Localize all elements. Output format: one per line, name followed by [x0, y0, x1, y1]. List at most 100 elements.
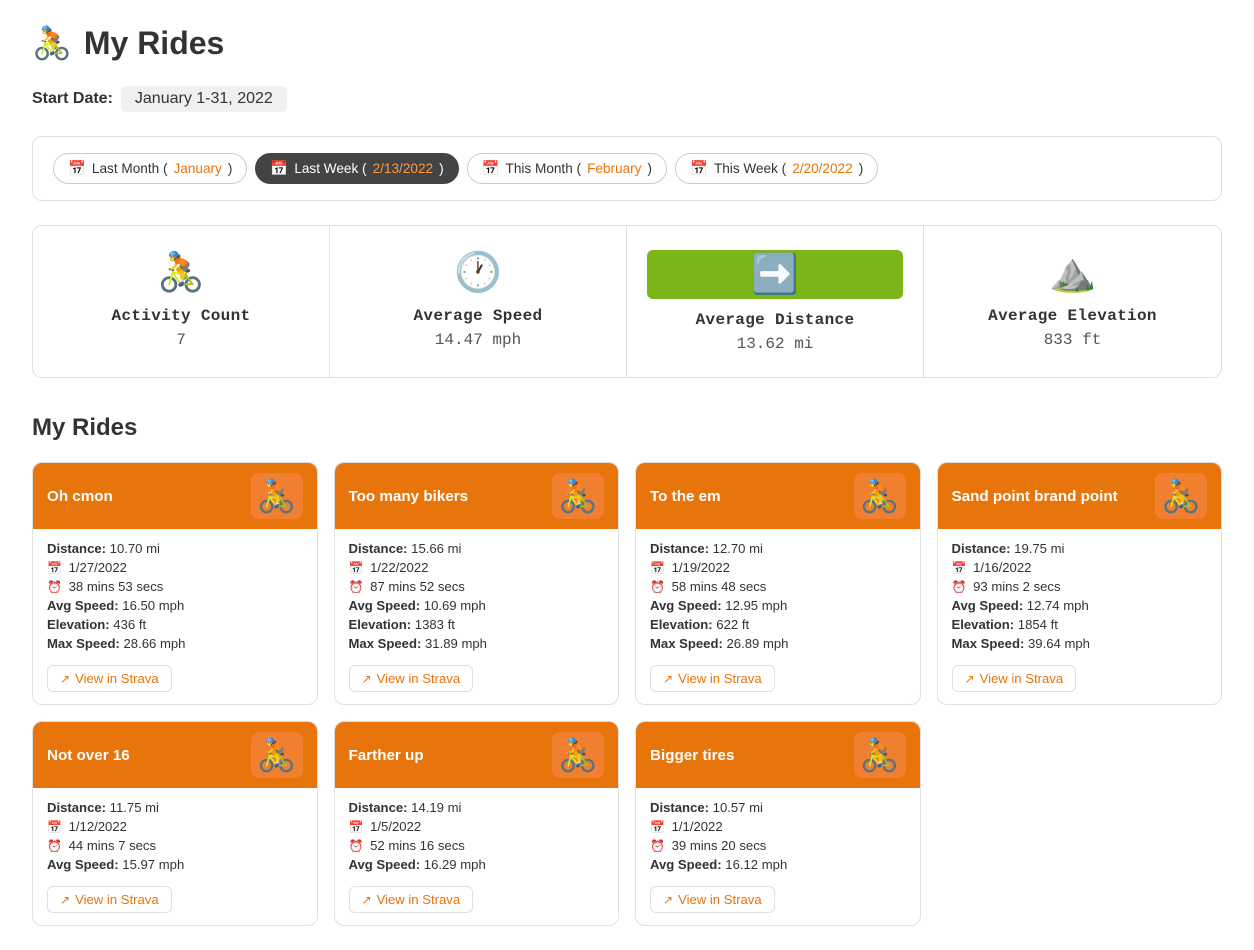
start-date-row: Start Date: January 1-31, 2022 — [32, 86, 1222, 112]
ride-cyclist-icon: 🚴 — [1155, 473, 1207, 519]
ride-elevation: Elevation: 1383 ft — [349, 617, 605, 632]
ride-title-bigger-tires: Bigger tires — [650, 747, 734, 764]
external-link-icon: ↗ — [663, 672, 673, 686]
external-link-icon: ↗ — [60, 893, 70, 907]
rides-section-title: My Rides — [32, 414, 1222, 442]
ride-title-oh-cmon: Oh cmon — [47, 488, 113, 505]
ride-distance: Distance: 19.75 mi — [952, 541, 1208, 556]
ride-elevation: Elevation: 622 ft — [650, 617, 906, 632]
ride-cyclist-icon: 🚴 — [251, 473, 303, 519]
strava-link-farther-up[interactable]: ↗ View in Strava — [349, 886, 474, 913]
ride-date: 📅 1/22/2022 — [349, 560, 605, 575]
filter-this-week[interactable]: 📅 This Week (2/20/2022) — [675, 153, 878, 184]
external-link-icon: ↗ — [362, 672, 372, 686]
stat-card-average-speed: 🕐 Average Speed 14.47 mph — [330, 226, 627, 377]
ride-card-bigger-tires-body: Distance: 10.57 mi 📅 1/1/2022 ⏰ 39 mins … — [636, 788, 920, 925]
ride-title-sand-point: Sand point brand point — [952, 488, 1118, 505]
average-elevation-label: Average Elevation — [944, 307, 1201, 325]
external-link-icon: ↗ — [362, 893, 372, 907]
stat-card-average-distance: ➡️ Average Distance 13.62 mi — [627, 226, 924, 377]
start-date-value: January 1-31, 2022 — [121, 86, 287, 112]
ride-cyclist-icon: 🚴 — [854, 473, 906, 519]
ride-card-to-the-em-body: Distance: 12.70 mi 📅 1/19/2022 ⏰ 58 mins… — [636, 529, 920, 704]
activity-count-icon: 🚴 — [53, 250, 309, 295]
ride-card-not-over-16: Not over 16 🚴 Distance: 11.75 mi 📅 1/12/… — [32, 721, 318, 926]
ride-date: 📅 1/12/2022 — [47, 819, 303, 834]
ride-date: 📅 1/1/2022 — [650, 819, 906, 834]
ride-card-to-the-em-header: To the em 🚴 — [636, 463, 920, 529]
filter-this-month[interactable]: 📅 This Month (February) — [467, 153, 667, 184]
ride-avg-speed: Avg Speed: 16.29 mph — [349, 857, 605, 872]
average-speed-label: Average Speed — [350, 307, 606, 325]
ride-distance: Distance: 10.57 mi — [650, 800, 906, 815]
ride-date: 📅 1/16/2022 — [952, 560, 1208, 575]
ride-max-speed: Max Speed: 39.64 mph — [952, 636, 1208, 651]
ride-card-sand-point-body: Distance: 19.75 mi 📅 1/16/2022 ⏰ 93 mins… — [938, 529, 1222, 704]
strava-link-to-the-em[interactable]: ↗ View in Strava — [650, 665, 775, 692]
ride-distance: Distance: 15.66 mi — [349, 541, 605, 556]
ride-date: 📅 1/5/2022 — [349, 819, 605, 834]
ride-card-sand-point: Sand point brand point 🚴 Distance: 19.75… — [937, 462, 1223, 705]
ride-card-farther-up-header: Farther up 🚴 — [335, 722, 619, 788]
ride-elevation: Elevation: 436 ft — [47, 617, 303, 632]
strava-link-bigger-tires[interactable]: ↗ View in Strava — [650, 886, 775, 913]
ride-title-farther-up: Farther up — [349, 747, 424, 764]
ride-card-oh-cmon-body: Distance: 10.70 mi 📅 1/27/2022 ⏰ 38 mins… — [33, 529, 317, 704]
ride-time: ⏰ 93 mins 2 secs — [952, 579, 1208, 594]
external-link-icon: ↗ — [965, 672, 975, 686]
ride-avg-speed: Avg Speed: 16.12 mph — [650, 857, 906, 872]
average-distance-value: 13.62 mi — [647, 335, 903, 353]
ride-distance: Distance: 12.70 mi — [650, 541, 906, 556]
ride-date: 📅 1/27/2022 — [47, 560, 303, 575]
average-elevation-value: 833 ft — [944, 331, 1201, 349]
page-header-icon: 🚴 — [32, 24, 72, 62]
start-date-label: Start Date: — [32, 90, 113, 108]
filter-last-week-highlight: 2/13/2022 — [373, 161, 433, 176]
rides-row-2: Not over 16 🚴 Distance: 11.75 mi 📅 1/12/… — [32, 721, 1222, 926]
ride-avg-speed: Avg Speed: 12.74 mph — [952, 598, 1208, 613]
filter-this-month-highlight: February — [587, 161, 641, 176]
page-header: 🚴 My Rides — [32, 24, 1222, 62]
ride-card-too-many-bikers-header: Too many bikers 🚴 — [335, 463, 619, 529]
ride-card-bigger-tires: Bigger tires 🚴 Distance: 10.57 mi 📅 1/1/… — [635, 721, 921, 926]
stat-card-average-elevation: ⛰️ Average Elevation 833 ft — [924, 226, 1221, 377]
ride-distance: Distance: 14.19 mi — [349, 800, 605, 815]
calendar-icon: 📅 — [270, 160, 288, 177]
strava-link-oh-cmon[interactable]: ↗ View in Strava — [47, 665, 172, 692]
ride-card-farther-up-body: Distance: 14.19 mi 📅 1/5/2022 ⏰ 52 mins … — [335, 788, 619, 925]
filter-last-week[interactable]: 📅 Last Week (2/13/2022) — [255, 153, 458, 184]
ride-cyclist-icon: 🚴 — [251, 732, 303, 778]
calendar-icon: 📅 — [690, 160, 708, 177]
ride-elevation: Elevation: 1854 ft — [952, 617, 1208, 632]
activity-count-label: Activity Count — [53, 307, 309, 325]
average-elevation-icon: ⛰️ — [944, 250, 1201, 295]
ride-card-sand-point-header: Sand point brand point 🚴 — [938, 463, 1222, 529]
ride-date: 📅 1/19/2022 — [650, 560, 906, 575]
ride-max-speed: Max Speed: 26.89 mph — [650, 636, 906, 651]
strava-link-sand-point[interactable]: ↗ View in Strava — [952, 665, 1077, 692]
ride-time: ⏰ 38 mins 53 secs — [47, 579, 303, 594]
rides-row-1: Oh cmon 🚴 Distance: 10.70 mi 📅 1/27/2022… — [32, 462, 1222, 705]
ride-card-too-many-bikers-body: Distance: 15.66 mi 📅 1/22/2022 ⏰ 87 mins… — [335, 529, 619, 704]
average-distance-icon: ➡️ — [647, 250, 903, 299]
ride-distance: Distance: 11.75 mi — [47, 800, 303, 815]
average-speed-value: 14.47 mph — [350, 331, 606, 349]
calendar-icon: 📅 — [68, 160, 86, 177]
ride-title-to-the-em: To the em — [650, 488, 721, 505]
strava-link-too-many-bikers[interactable]: ↗ View in Strava — [349, 665, 474, 692]
page-title: My Rides — [84, 25, 224, 62]
ride-avg-speed: Avg Speed: 15.97 mph — [47, 857, 303, 872]
average-distance-label: Average Distance — [647, 311, 903, 329]
ride-avg-speed: Avg Speed: 16.50 mph — [47, 598, 303, 613]
ride-card-not-over-16-body: Distance: 11.75 mi 📅 1/12/2022 ⏰ 44 mins… — [33, 788, 317, 925]
ride-card-too-many-bikers: Too many bikers 🚴 Distance: 15.66 mi 📅 1… — [334, 462, 620, 705]
filter-last-month[interactable]: 📅 Last Month (January) — [53, 153, 247, 184]
strava-link-not-over-16[interactable]: ↗ View in Strava — [47, 886, 172, 913]
ride-card-oh-cmon-header: Oh cmon 🚴 — [33, 463, 317, 529]
ride-max-speed: Max Speed: 31.89 mph — [349, 636, 605, 651]
ride-card-to-the-em: To the em 🚴 Distance: 12.70 mi 📅 1/19/20… — [635, 462, 921, 705]
ride-cyclist-icon: 🚴 — [854, 732, 906, 778]
ride-time: ⏰ 58 mins 48 secs — [650, 579, 906, 594]
filter-bar: 📅 Last Month (January) 📅 Last Week (2/13… — [32, 136, 1222, 201]
ride-cyclist-icon: 🚴 — [552, 732, 604, 778]
